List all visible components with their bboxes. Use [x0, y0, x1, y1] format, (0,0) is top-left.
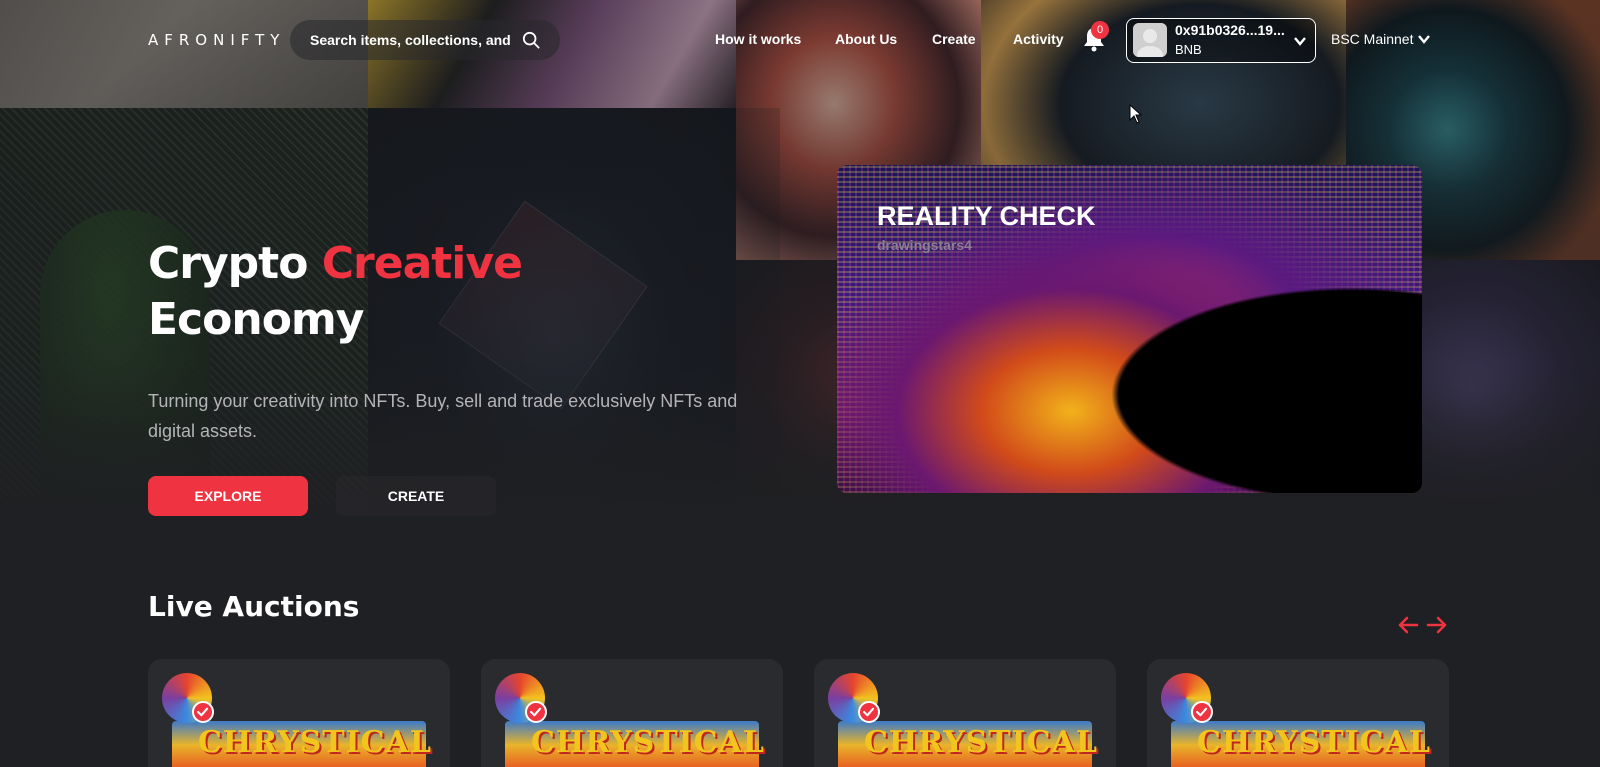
- hero-title-part1: Crypto: [148, 238, 322, 289]
- notification-badge: 0: [1091, 21, 1109, 39]
- user-icon: [1133, 23, 1167, 57]
- verified-check-icon: [525, 701, 547, 723]
- search-bar[interactable]: [290, 20, 560, 60]
- auction-card[interactable]: CHRYSTICAL: [481, 659, 783, 767]
- featured-artwork-title: REALITY CHECK: [877, 201, 1096, 231]
- hero-title: Crypto Creative Economy: [148, 236, 523, 348]
- wallet-currency: BNB: [1175, 42, 1202, 57]
- hero-title-accent: Creative: [321, 238, 523, 289]
- verified-check-icon: [192, 701, 214, 723]
- auction-card-image-text: CHRYSTICAL: [864, 725, 1098, 760]
- arrow-right-icon[interactable]: [1426, 615, 1448, 635]
- chevron-down-icon: [1294, 37, 1306, 46]
- featured-artwork-author[interactable]: drawingstars4: [877, 237, 972, 253]
- auction-card[interactable]: CHRYSTICAL: [814, 659, 1116, 767]
- verified-check-icon: [858, 701, 880, 723]
- live-auctions-heading: Live Auctions: [148, 590, 360, 623]
- site-logo[interactable]: AFRONIFTY: [148, 31, 285, 49]
- mouse-cursor-icon: [1129, 104, 1143, 124]
- auction-card-image-text: CHRYSTICAL: [198, 725, 432, 760]
- wallet-address: 0x91b0326...19...: [1175, 22, 1285, 38]
- auction-card[interactable]: CHRYSTICAL: [148, 659, 450, 767]
- nav-activity[interactable]: Activity: [1013, 31, 1064, 47]
- nav-about-us[interactable]: About Us: [835, 31, 897, 47]
- wallet-button[interactable]: 0x91b0326...19... BNB: [1126, 18, 1316, 63]
- auction-card[interactable]: CHRYSTICAL: [1147, 659, 1449, 767]
- auction-card-image-text: CHRYSTICAL: [531, 725, 765, 760]
- auction-card-image-text: CHRYSTICAL: [1197, 725, 1431, 760]
- network-selector-label: BSC Mainnet: [1331, 31, 1414, 47]
- top-navbar: AFRONIFTY How it works About Us Create A…: [0, 0, 1600, 82]
- create-button[interactable]: CREATE: [336, 476, 496, 516]
- chevron-down-icon: [1418, 35, 1431, 44]
- hero-subtitle: Turning your creativity into NFTs. Buy, …: [148, 391, 738, 441]
- wallet-avatar: [1133, 23, 1167, 57]
- nav-how-it-works[interactable]: How it works: [715, 31, 801, 47]
- explore-button[interactable]: EXPLORE: [148, 476, 308, 516]
- verified-check-icon: [1191, 701, 1213, 723]
- nav-create[interactable]: Create: [932, 31, 976, 47]
- hero-title-part2: Economy: [148, 294, 364, 345]
- arrow-left-icon[interactable]: [1397, 615, 1419, 635]
- network-selector[interactable]: BSC Mainnet: [1331, 31, 1431, 47]
- featured-artwork-card[interactable]: REALITY CHECK drawingstars4: [837, 165, 1422, 493]
- search-icon[interactable]: [522, 31, 540, 49]
- search-input[interactable]: [310, 32, 510, 48]
